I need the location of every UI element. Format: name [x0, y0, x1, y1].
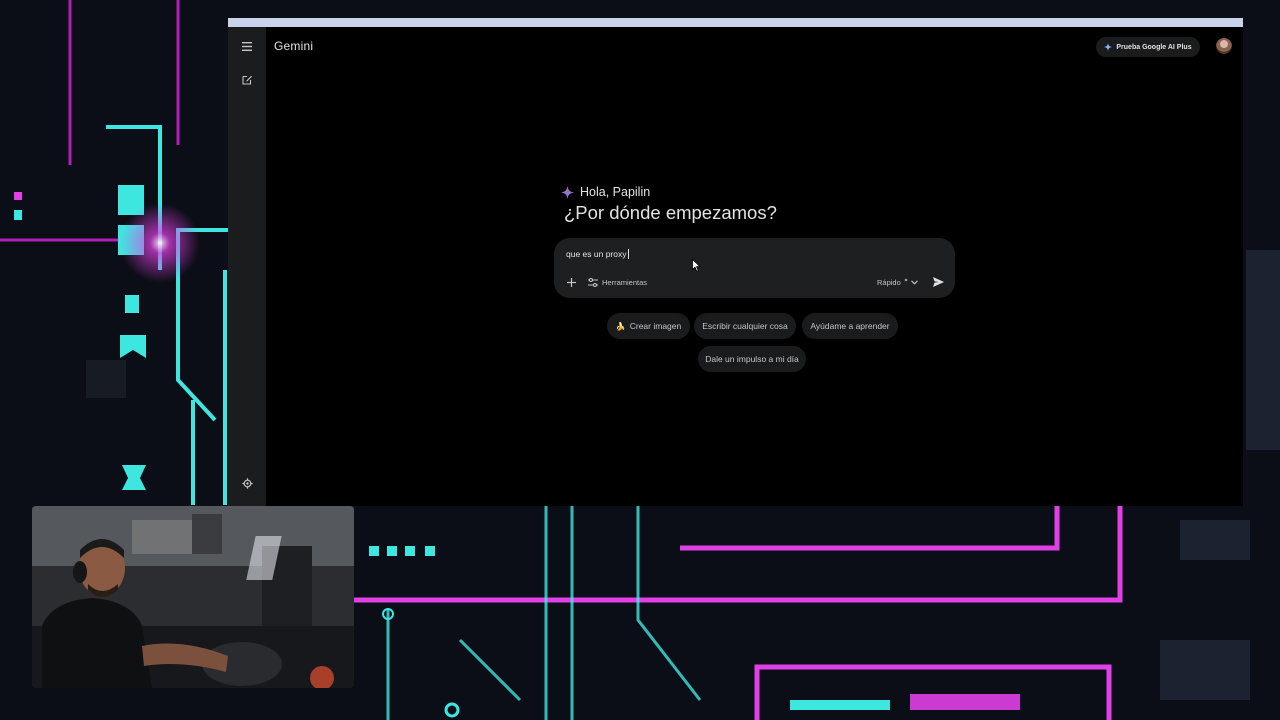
menu-button[interactable] — [237, 36, 257, 56]
page-title: ¿Por dónde empezamos? — [564, 202, 777, 223]
banana-icon: 🍌 — [615, 321, 626, 331]
suggestion-write[interactable]: Escribir cualquier cosa — [694, 313, 796, 339]
app-title[interactable]: Gemini — [274, 39, 313, 53]
prompt-box[interactable]: que es un proxy Herramientas Rápido — [554, 238, 955, 298]
menu-icon — [242, 41, 252, 51]
add-button[interactable] — [563, 274, 579, 290]
send-icon — [932, 277, 944, 287]
model-label: Rápido — [877, 277, 901, 287]
send-button[interactable] — [929, 273, 947, 291]
tools-button[interactable]: Herramientas — [588, 274, 647, 290]
suggestion-learn[interactable]: Ayúdame a aprender — [802, 313, 898, 339]
settings-button[interactable] — [237, 473, 257, 493]
sparkle-dot-icon — [903, 277, 908, 282]
text-caret — [628, 249, 630, 259]
plus-icon — [566, 277, 576, 287]
avatar[interactable] — [1216, 38, 1232, 54]
settings-icon — [241, 477, 253, 489]
new-chat-button[interactable] — [237, 69, 257, 89]
mouse-cursor-icon — [692, 259, 701, 272]
edit-icon — [241, 75, 252, 85]
browser-window: Gemini Prueba Google AI Plus Hola, Papil… — [228, 18, 1243, 506]
greeting: Hola, Papilin — [561, 185, 650, 199]
webcam-feed-image — [32, 506, 354, 688]
tools-label: Herramientas — [602, 277, 648, 287]
suggestion-boost[interactable]: Dale un impulso a mi día — [698, 346, 806, 372]
prompt-text: que es un proxy — [566, 249, 627, 259]
tools-sliders-icon — [588, 277, 598, 287]
upgrade-button[interactable]: Prueba Google AI Plus — [1096, 37, 1200, 57]
gemini-sparkle-icon — [561, 185, 574, 199]
greeting-text: Hola, Papilin — [580, 185, 651, 199]
browser-tab-strip — [228, 18, 1243, 27]
suggestion-create-image[interactable]: 🍌 Crear imagen — [607, 313, 690, 339]
upgrade-label: Prueba Google AI Plus — [1116, 43, 1192, 51]
suggestion-label: Crear imagen — [629, 321, 682, 331]
sparkle-icon — [1104, 43, 1113, 51]
sidebar — [228, 27, 266, 506]
model-selector[interactable]: Rápido — [877, 274, 918, 290]
chevron-down-icon — [910, 279, 918, 285]
webcam-overlay — [32, 506, 354, 688]
prompt-input[interactable]: que es un proxy — [566, 249, 630, 259]
